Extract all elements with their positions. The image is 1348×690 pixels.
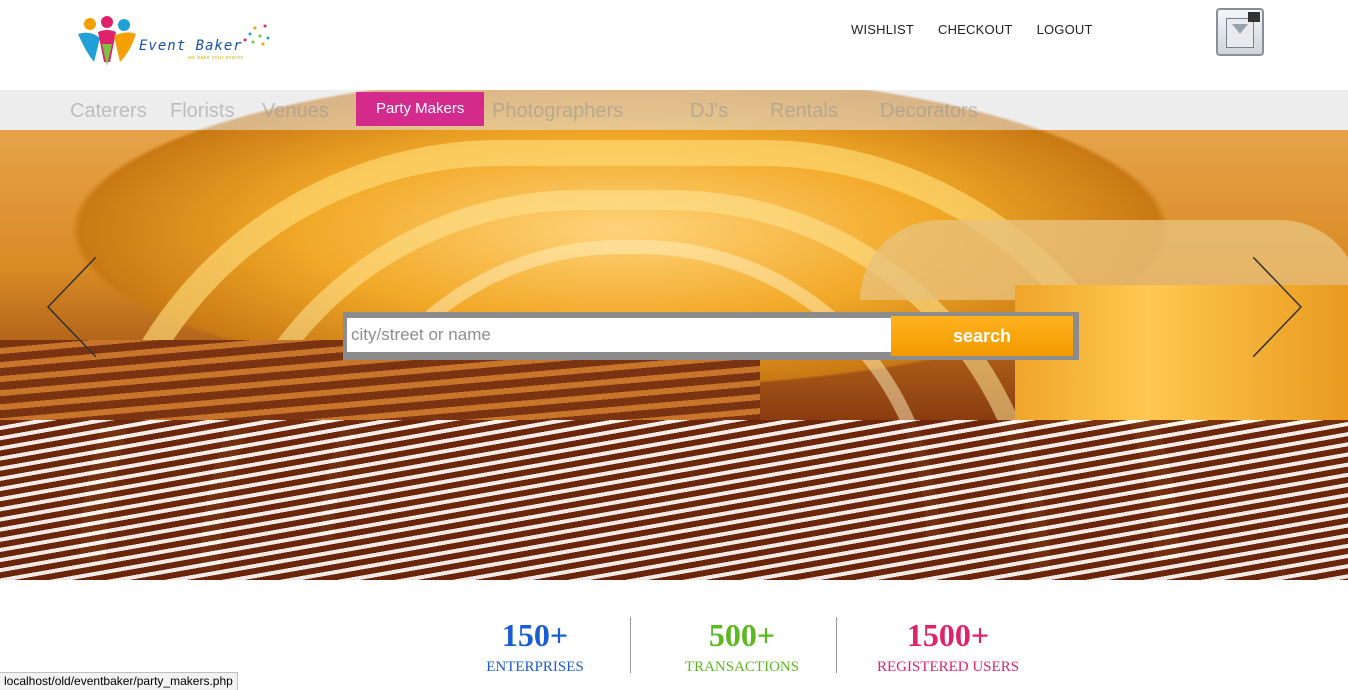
- category-rentals[interactable]: Rentals: [770, 94, 838, 128]
- search-input[interactable]: [347, 318, 891, 352]
- stat-divider: [836, 617, 837, 673]
- carousel-next-icon[interactable]: [1253, 257, 1303, 357]
- stat-value: 500+: [708, 617, 776, 653]
- nav-checkout-link[interactable]: CHECKOUT: [938, 22, 1013, 37]
- stat-enterprises: 150+ ENTERPRISES: [435, 612, 635, 676]
- logo-text: Event Baker: [139, 38, 243, 54]
- stat-value: 1500+: [906, 617, 990, 653]
- category-djs[interactable]: DJ's: [690, 94, 728, 128]
- category-party-makers[interactable]: Party Makers: [356, 92, 485, 126]
- nav-wishlist-link[interactable]: WISHLIST: [851, 22, 914, 37]
- tray-corner-badge: [1248, 12, 1260, 22]
- download-tray-icon[interactable]: [1216, 8, 1264, 56]
- logo-tagline: we bake your events: [188, 55, 244, 61]
- browser-status-bar: localhost/old/eventbaker/party_makers.ph…: [0, 672, 238, 690]
- search-bar: search: [343, 312, 1079, 360]
- stat-registered-users: 1500+ REGISTERED USERS: [848, 612, 1048, 676]
- stat-label: ENTERPRISES: [486, 659, 584, 675]
- top-nav: WISHLIST CHECKOUT LOGOUT: [851, 22, 1117, 37]
- category-photographers[interactable]: Photographers: [492, 94, 623, 128]
- hero-banner: Caterers Florists Venues Party Makers Ph…: [0, 90, 1348, 580]
- stat-value: 150+: [501, 617, 569, 653]
- carousel-prev-icon[interactable]: [46, 257, 96, 357]
- header: Event Baker we bake your events WISHLIST…: [0, 0, 1348, 90]
- confetti-icon: [243, 24, 270, 46]
- category-decorators[interactable]: Decorators: [880, 94, 978, 128]
- event-baker-logo[interactable]: Event Baker we bake your events: [76, 16, 276, 72]
- category-florists[interactable]: Florists: [170, 94, 234, 128]
- search-button[interactable]: search: [891, 316, 1073, 356]
- stat-label: TRANSACTIONS: [684, 659, 800, 675]
- stat-divider: [630, 617, 631, 673]
- logo-figures-icon: [78, 16, 136, 66]
- category-venues[interactable]: Venues: [262, 94, 329, 128]
- category-caterers[interactable]: Caterers: [70, 94, 147, 128]
- nav-logout-link[interactable]: LOGOUT: [1037, 22, 1093, 37]
- stat-transactions: 500+ TRANSACTIONS: [642, 612, 842, 676]
- hero-seats: [0, 420, 1348, 580]
- category-bar: Caterers Florists Venues Party Makers Ph…: [0, 90, 1348, 130]
- stat-label: REGISTERED USERS: [876, 659, 1020, 675]
- down-arrow-icon: [1232, 24, 1248, 34]
